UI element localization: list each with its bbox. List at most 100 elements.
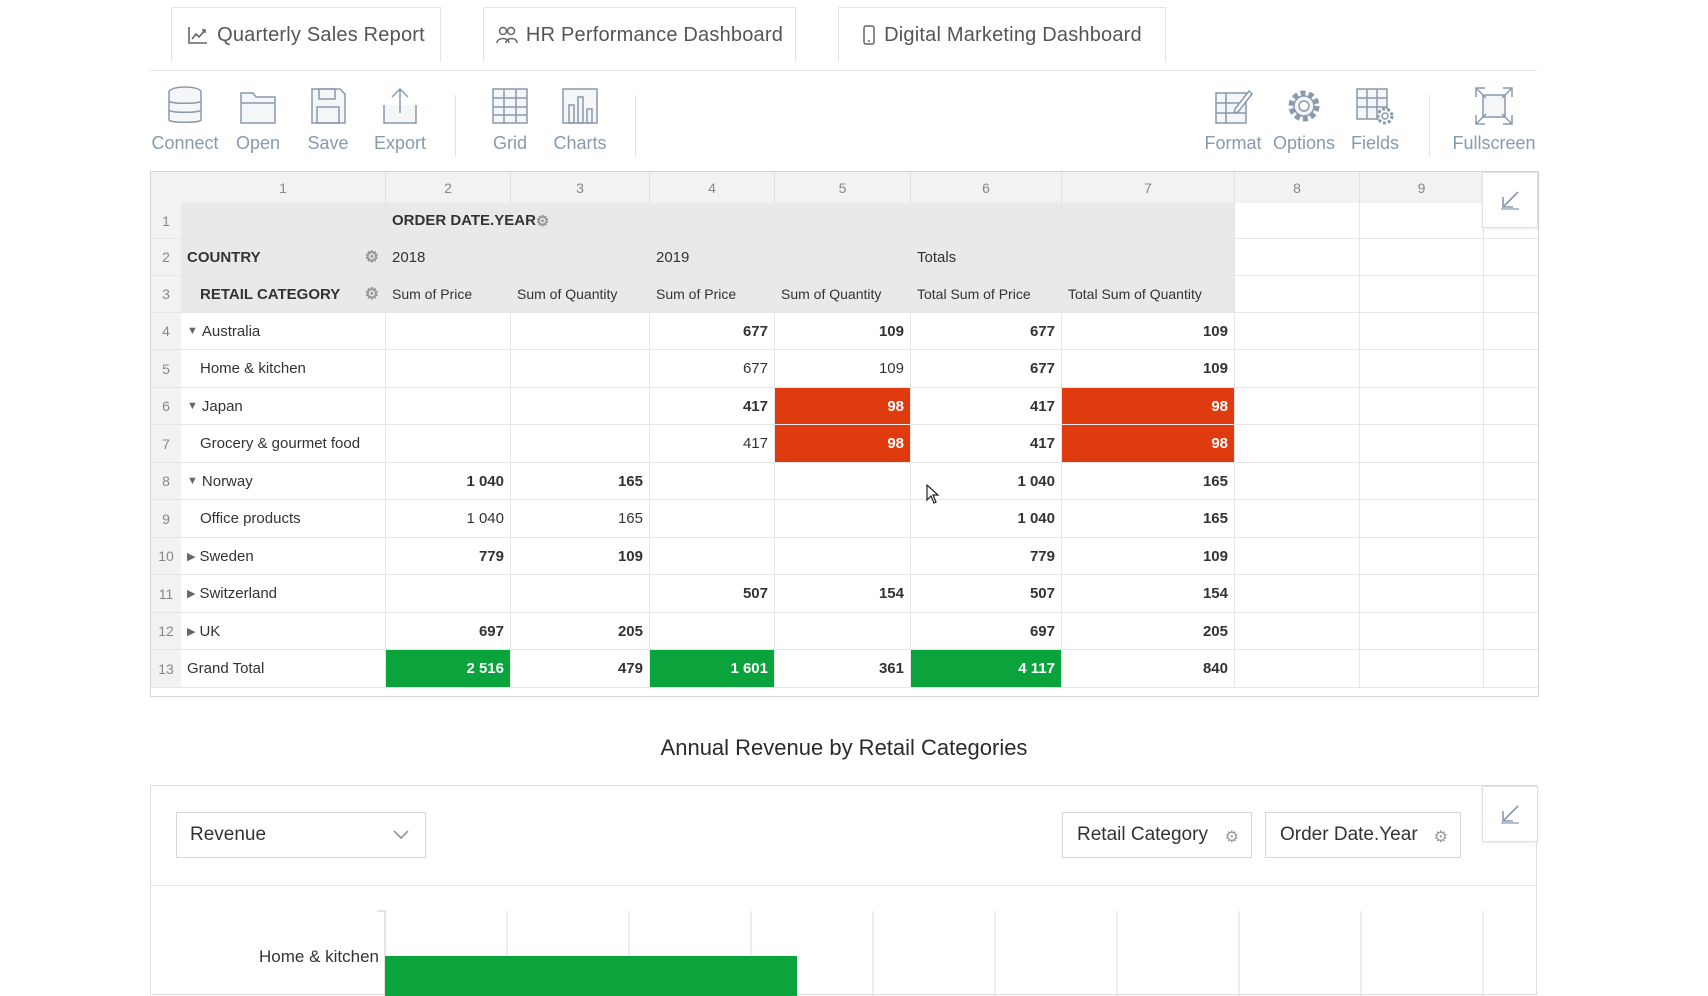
grid-label: Grid bbox=[492, 133, 527, 153]
collapse-icon[interactable]: ▼ bbox=[187, 475, 198, 487]
empty-cell bbox=[1235, 650, 1360, 688]
fullscreen-label: Fullscreen bbox=[1452, 133, 1536, 153]
value-cell: 417 bbox=[650, 425, 775, 463]
line-chart-icon bbox=[188, 27, 208, 44]
grid-button[interactable]: Grid bbox=[480, 85, 540, 154]
value-cell: 109 bbox=[1062, 538, 1235, 575]
row-label-text: Grocery & gourmet food bbox=[200, 435, 361, 452]
expand-icon[interactable]: ▶ bbox=[187, 625, 195, 638]
category-label: Home & kitchen bbox=[259, 947, 379, 966]
minimize-icon bbox=[1501, 191, 1519, 210]
gear-icon bbox=[1288, 90, 1320, 122]
value-cell: 109 bbox=[1062, 313, 1235, 350]
value-cell: 479 bbox=[511, 650, 650, 688]
database-icon bbox=[168, 86, 202, 123]
tab-digital-marketing-dashboard[interactable]: Digital Marketing Dashboard bbox=[838, 7, 1166, 62]
value-cell bbox=[511, 388, 650, 425]
measure-header: Sum of Price bbox=[650, 276, 775, 313]
measure-header: Sum of Quantity bbox=[775, 276, 911, 313]
country-row-label[interactable]: ▼ Australia bbox=[181, 313, 386, 350]
connect-label: Connect bbox=[151, 133, 219, 153]
empty-cell bbox=[1360, 463, 1484, 500]
value-cell: 109 bbox=[1062, 350, 1235, 388]
empty-cell bbox=[1484, 500, 1538, 538]
measure-select[interactable]: Revenue bbox=[176, 812, 426, 858]
country-row-label[interactable]: ▶ UK bbox=[181, 613, 386, 650]
collapse-grid-button[interactable] bbox=[1482, 172, 1538, 228]
column-number: 8 bbox=[1235, 172, 1360, 203]
export-icon bbox=[383, 87, 417, 124]
empty-cell bbox=[1484, 276, 1538, 313]
collapse-chart-button[interactable] bbox=[1482, 786, 1538, 842]
grid-icon bbox=[492, 88, 528, 124]
empty-header bbox=[511, 239, 650, 276]
save-icon bbox=[311, 88, 346, 124]
country-row-label[interactable]: ▶ Sweden bbox=[181, 538, 386, 575]
open-label: Open bbox=[235, 133, 281, 153]
tab-quarterly-sales-report[interactable]: Quarterly Sales Report bbox=[171, 7, 441, 62]
corner-cell bbox=[151, 172, 181, 203]
value-cell bbox=[511, 425, 650, 463]
country-field-header: COUNTRY ⚙ bbox=[181, 239, 386, 276]
header-corner bbox=[181, 203, 386, 239]
empty-cell bbox=[1484, 239, 1538, 276]
measure-header: Total Sum of Quantity bbox=[1062, 276, 1235, 313]
export-button[interactable]: Export bbox=[365, 85, 435, 154]
category-row-label: Home & kitchen bbox=[181, 350, 386, 388]
value-cell bbox=[650, 500, 775, 538]
row-number: 1 bbox=[151, 203, 181, 239]
gear-icon[interactable]: ⚙ bbox=[365, 284, 379, 304]
retail-category-button[interactable]: Retail Category ⚙ bbox=[1062, 812, 1252, 858]
column-number: 2 bbox=[386, 172, 511, 203]
country-row-label[interactable]: ▼ Norway bbox=[181, 463, 386, 500]
format-label: Format bbox=[1204, 133, 1262, 153]
value-cell bbox=[386, 388, 511, 425]
row-number: 12 bbox=[151, 613, 181, 650]
options-button[interactable]: Options bbox=[1272, 85, 1336, 154]
value-cell bbox=[386, 425, 511, 463]
country-row-label[interactable]: ▶ Switzerland bbox=[181, 575, 386, 613]
fields-button[interactable]: Fields bbox=[1345, 85, 1405, 154]
empty-cell bbox=[1360, 538, 1484, 575]
country-row-label[interactable]: ▼ Japan bbox=[181, 388, 386, 425]
retail-category-label: RETAIL CATEGORY bbox=[200, 285, 341, 303]
order-date-year-button[interactable]: Order Date.Year ⚙ bbox=[1265, 812, 1461, 858]
charts-button[interactable]: Charts bbox=[550, 85, 610, 154]
open-button[interactable]: Open bbox=[228, 85, 288, 154]
value-cell: 361 bbox=[775, 650, 911, 688]
collapse-icon[interactable]: ▼ bbox=[187, 400, 198, 412]
expand-icon[interactable]: ▶ bbox=[187, 587, 195, 600]
column-number: 6 bbox=[911, 172, 1062, 203]
empty-cell bbox=[1235, 388, 1360, 425]
tab-hr-performance-dashboard[interactable]: HR Performance Dashboard bbox=[483, 7, 796, 62]
empty-cell bbox=[1360, 425, 1484, 463]
value-cell bbox=[386, 350, 511, 388]
connect-button[interactable]: Connect bbox=[150, 85, 220, 154]
measure-header: Sum of Price bbox=[386, 276, 511, 313]
value-cell: 98 bbox=[1062, 425, 1235, 463]
mobile-icon bbox=[863, 25, 875, 45]
column-number: 5 bbox=[775, 172, 911, 203]
empty-cell bbox=[1235, 425, 1360, 463]
value-cell: 4 117 bbox=[911, 650, 1062, 688]
fullscreen-icon bbox=[1475, 87, 1513, 125]
value-cell: 98 bbox=[775, 388, 911, 425]
empty-cell bbox=[1235, 538, 1360, 575]
save-button[interactable]: Save bbox=[298, 85, 358, 154]
empty-cell bbox=[1484, 388, 1538, 425]
gear-icon[interactable]: ⚙ bbox=[365, 247, 379, 267]
column-field-header: ORDER DATE.YEAR ⚙ bbox=[386, 203, 1235, 239]
row-label-text: Office products bbox=[200, 510, 301, 527]
value-cell bbox=[650, 613, 775, 650]
bar[interactable] bbox=[385, 956, 797, 996]
expand-icon[interactable]: ▶ bbox=[187, 550, 195, 563]
format-button[interactable]: Format bbox=[1200, 85, 1266, 154]
empty-cell bbox=[1484, 575, 1538, 613]
value-cell: 677 bbox=[650, 313, 775, 350]
gear-icon[interactable]: ⚙ bbox=[536, 212, 549, 230]
value-cell: 779 bbox=[386, 538, 511, 575]
value-cell: 1 601 bbox=[650, 650, 775, 688]
collapse-icon[interactable]: ▼ bbox=[187, 325, 198, 337]
fullscreen-button[interactable]: Fullscreen bbox=[1450, 85, 1538, 154]
empty-cell bbox=[1360, 313, 1484, 350]
